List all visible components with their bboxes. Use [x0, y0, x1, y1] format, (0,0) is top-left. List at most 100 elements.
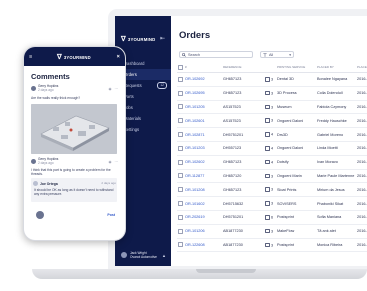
- order-id[interactable]: OR-101206: [184, 224, 222, 239]
- order-id[interactable]: OR-101602: [184, 196, 222, 211]
- eye-icon[interactable]: ◉: [108, 87, 111, 91]
- select-all-checkbox[interactable]: [177, 62, 184, 73]
- user-menu[interactable]: Jack Wright Ovanot Automotive ▲: [115, 244, 171, 266]
- eye-icon[interactable]: ◉: [108, 160, 111, 164]
- row-checkbox[interactable]: [177, 72, 184, 87]
- placed-by: Mirium da Jesus: [316, 182, 356, 198]
- reply-time: 2 days ago: [101, 181, 116, 185]
- row-checkbox[interactable]: [177, 210, 184, 225]
- table-row[interactable]: OR-102601 AS157523 3 Ongoeni Daloni Freddy H…: [177, 113, 367, 129]
- placed-by: Monica Ribeira: [316, 238, 356, 253]
- row-checkbox[interactable]: [177, 169, 184, 184]
- order-id[interactable]: OR-101203: [184, 141, 222, 156]
- filter-select[interactable]: All ▾: [260, 51, 294, 58]
- order-reference: AB1877230: [222, 224, 264, 239]
- comment-count: 3: [264, 100, 276, 115]
- order-id[interactable]: OR-101205: [184, 100, 222, 115]
- chevron-up-icon: ▲: [161, 252, 166, 258]
- row-checkbox[interactable]: [177, 224, 184, 239]
- search-input[interactable]: Search: [179, 51, 253, 58]
- search-icon: [182, 52, 186, 57]
- row-checkbox[interactable]: [177, 155, 184, 170]
- row-checkbox[interactable]: [177, 127, 184, 142]
- column-header[interactable]: PLACED BY: [316, 62, 356, 73]
- checkbox[interactable]: [178, 187, 183, 193]
- comment-count: 6: [264, 210, 276, 225]
- checkbox[interactable]: [178, 214, 183, 220]
- table-row[interactable]: OR-101602 DH5715632 3 SOVISERS Phaboniki Sik…: [177, 196, 367, 211]
- order-id[interactable]: OR-102871: [184, 127, 222, 142]
- checkbox[interactable]: [178, 242, 183, 248]
- row-checkbox[interactable]: [177, 196, 184, 211]
- order-id[interactable]: OR-102601: [184, 113, 222, 129]
- collapse-left-icon[interactable]: ⇤: [160, 35, 165, 42]
- checkbox[interactable]: [178, 159, 183, 165]
- comment-count-value: 3: [271, 77, 274, 82]
- more-icon[interactable]: ···: [115, 87, 119, 91]
- row-checkbox[interactable]: [177, 182, 184, 198]
- order-id[interactable]: OR-202619: [184, 210, 222, 225]
- table-row[interactable]: OR-122608 AB1877230 3 Postsprint Monica Ribe…: [177, 238, 367, 253]
- comment-count-value: 3: [271, 242, 274, 247]
- brand-logo: ∇ 3YOURMIND: [121, 36, 155, 43]
- table-row[interactable]: OR-102871 DH5751201 4 Drs3D Gabriel Moreno 20…: [177, 127, 367, 142]
- comment-icon: [265, 146, 270, 151]
- checkbox[interactable]: [178, 173, 183, 179]
- row-checkbox[interactable]: [177, 238, 184, 253]
- table-row[interactable]: OR-101205 AS157523 3 Museum Fabiola Czymony 2…: [177, 100, 367, 115]
- table-row[interactable]: OR-101208 GH657123 3 Sloat Prints Mirium da …: [177, 182, 367, 198]
- count-badge: 12: [157, 82, 167, 89]
- table-row[interactable]: OR-102602 GH657123 4 Dotsify Ivan Moravo 2016…: [177, 155, 367, 170]
- table-row[interactable]: OR-102695 GH657123 3 3D Process Colla Dolend…: [177, 86, 367, 101]
- post-button[interactable]: Post: [107, 213, 115, 217]
- avatar: [31, 86, 36, 92]
- checkbox[interactable]: [178, 118, 183, 124]
- placed-at: 2016-11-0: [356, 113, 367, 129]
- laptop-notch: [196, 269, 256, 273]
- close-icon[interactable]: ×: [117, 54, 120, 60]
- brand-logo: ∇ 3YOURMIND: [57, 54, 91, 61]
- comment-count: 3: [264, 238, 276, 253]
- table-row[interactable]: OR-112877 GH657120 3 Ongoeni Marin Marie Pau…: [177, 169, 367, 184]
- order-id[interactable]: OR-101208: [184, 182, 222, 198]
- sidebar-item-label: Materials: [124, 116, 141, 121]
- part-model-image[interactable]: [31, 104, 117, 154]
- column-header[interactable]: PRINTING SERVICE: [276, 62, 316, 73]
- checkbox[interactable]: [178, 228, 183, 234]
- order-id[interactable]: OR-122608: [184, 238, 222, 253]
- comment-count: 3: [264, 169, 276, 184]
- order-reference: AS157523: [222, 100, 264, 115]
- column-header[interactable]: #: [184, 62, 222, 73]
- checkbox[interactable]: [178, 76, 183, 82]
- brand-name: 3YOURMIND: [63, 55, 91, 60]
- order-id[interactable]: OR-112877: [184, 169, 222, 184]
- table-row[interactable]: OR-102692 GH657123 3 Dental 3D Bonalee Ngaya…: [177, 72, 367, 87]
- row-checkbox[interactable]: [177, 86, 184, 101]
- comment-icon: [265, 132, 270, 137]
- row-checkbox[interactable]: [177, 100, 184, 115]
- printing-service: SOVISERS: [276, 196, 316, 211]
- checkbox[interactable]: [178, 104, 183, 110]
- table-row[interactable]: OR-101203 DH557123 4 Ongoeni Daloni Linda Mo…: [177, 141, 367, 156]
- checkbox[interactable]: [178, 132, 183, 138]
- row-checkbox[interactable]: [177, 141, 184, 156]
- checkbox[interactable]: [178, 145, 183, 151]
- order-id[interactable]: OR-102692: [184, 72, 222, 87]
- table-row[interactable]: OR-202619 DH5751201 6 Postsprint Sofia Mania…: [177, 210, 367, 225]
- table-row[interactable]: OR-101206 AB1877230 3 MakeFlow Tã ank alet 20…: [177, 224, 367, 239]
- column-header[interactable]: REFERENCE: [222, 62, 264, 73]
- comment-count: 3: [264, 113, 276, 129]
- placed-by: Freddy Hauschke: [316, 113, 356, 129]
- order-id[interactable]: OR-102695: [184, 86, 222, 101]
- comment-time: 2 days ago: [38, 160, 54, 165]
- order-id[interactable]: OR-102602: [184, 155, 222, 170]
- checkbox[interactable]: [178, 201, 183, 207]
- printing-service: Ongoeni Daloni: [276, 113, 316, 129]
- placed-by: Gabriel Moreno: [316, 127, 356, 142]
- menu-icon[interactable]: ≡: [29, 54, 32, 60]
- checkbox[interactable]: [178, 90, 183, 96]
- row-checkbox[interactable]: [177, 113, 184, 129]
- more-icon[interactable]: ···: [115, 160, 119, 164]
- order-reference: AS157523: [222, 113, 264, 129]
- column-header[interactable]: PLACED A: [356, 62, 367, 73]
